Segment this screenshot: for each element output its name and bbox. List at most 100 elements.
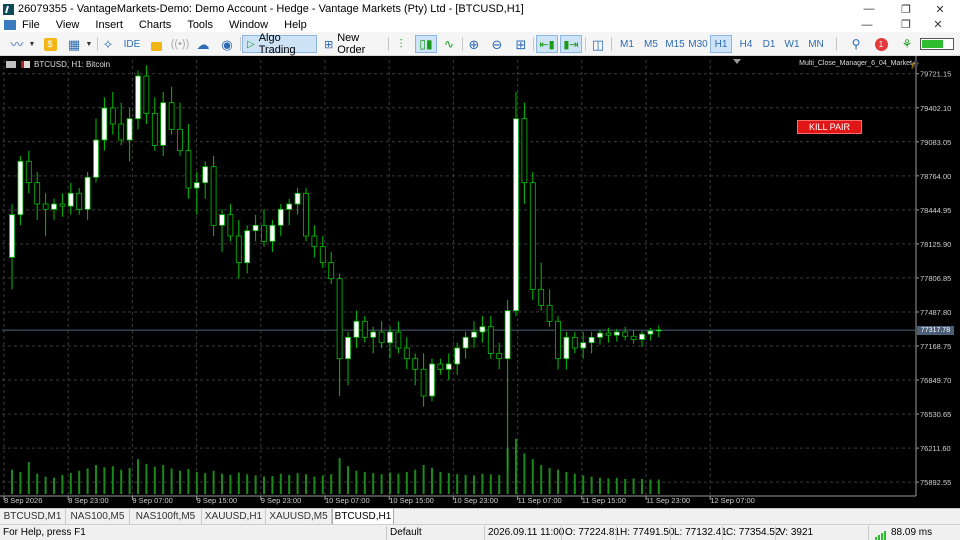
candle-bullish: [647, 330, 654, 335]
candle-bullish: [479, 326, 486, 333]
time-tick-label: 10 Sep 15:00: [389, 496, 434, 505]
cloud-icon[interactable]: ☁: [193, 35, 213, 53]
time-tick-label: 12 Sep 07:00: [710, 496, 755, 505]
bar-chart-icon[interactable]: ⫶: [391, 35, 411, 53]
timeframe-h4[interactable]: H4: [734, 35, 758, 53]
timeframe-m1[interactable]: M1: [615, 35, 639, 53]
search-icon[interactable]: ⚲: [848, 35, 864, 53]
candle-bearish: [210, 166, 217, 226]
menu-file[interactable]: File: [22, 19, 40, 31]
tile-windows-icon[interactable]: ⊞: [512, 35, 530, 53]
menu-charts[interactable]: Charts: [139, 19, 171, 31]
status-low: L: 77132.41: [674, 527, 727, 538]
chart-restore-button[interactable]: ❐: [891, 18, 921, 32]
menu-insert[interactable]: Insert: [95, 19, 123, 31]
templates-chevron-icon[interactable]: ▼: [84, 35, 94, 53]
price-tick-label: 75892.55: [920, 478, 951, 487]
auto-scroll-icon[interactable]: ⇤▮: [536, 35, 558, 53]
zoom-in-icon[interactable]: ⊕: [465, 35, 483, 53]
timeframe-w1[interactable]: W1: [780, 35, 804, 53]
tab-nas100ft-m5[interactable]: NAS100ft,M5: [130, 509, 202, 524]
time-tick-label: 9 Sep 07:00: [132, 496, 172, 505]
tab-nas100-m5[interactable]: NAS100,M5: [66, 509, 130, 524]
tab-xauusd-m5[interactable]: XAUUSD,M5: [266, 509, 332, 524]
title-bar: 26079355 - VantageMarkets-Demo: Demo Acc…: [0, 0, 960, 18]
candle-bullish: [504, 310, 511, 360]
algo-trading-button[interactable]: ▷ Algo Trading: [242, 32, 317, 56]
candle-bullish: [387, 331, 393, 344]
status-close: C: 77354.52: [726, 527, 781, 538]
candle-bearish: [571, 336, 578, 349]
chart-minimize-button[interactable]: —: [852, 18, 882, 32]
maximize-window-button[interactable]: ❐: [889, 0, 923, 18]
candle-bearish: [151, 112, 158, 146]
price-tick-label: 76211.60: [920, 444, 951, 453]
time-tick-label: 8 Sep 2026: [4, 496, 42, 505]
candle-bearish: [496, 352, 503, 360]
timeframe-h1[interactable]: H1: [710, 35, 732, 53]
zoom-out-icon[interactable]: ⊖: [488, 35, 506, 53]
candle-bullish: [580, 342, 587, 349]
status-bar: For Help, press F1 Default 2026.09.11 11…: [0, 524, 960, 540]
candle-bullish: [639, 333, 645, 340]
timeframe-mn[interactable]: MN: [804, 35, 828, 53]
new-order-button[interactable]: ⊞ New Order: [319, 32, 385, 56]
lock-icon[interactable]: [148, 35, 164, 53]
candle-bullish: [252, 224, 259, 232]
timeframe-m5[interactable]: M5: [639, 35, 663, 53]
candle-bearish: [437, 363, 444, 370]
candle-bearish: [546, 304, 553, 322]
candle-bearish: [143, 75, 150, 114]
candle-bullish: [17, 160, 24, 216]
chart-templates-icon[interactable]: ▦: [64, 35, 84, 53]
window-title: 26079355 - VantageMarkets-Demo: Demo Acc…: [18, 3, 524, 15]
line-chart-icon[interactable]: ∿: [439, 35, 459, 53]
chart-window-icon[interactable]: [4, 20, 16, 30]
minimize-window-button[interactable]: —: [852, 0, 886, 18]
timeframe-m15[interactable]: M15: [663, 35, 687, 53]
candle-bearish: [303, 192, 309, 237]
symbol-flag-icon: [21, 61, 30, 68]
tab-xauusd-h1[interactable]: XAUUSD,H1: [202, 509, 266, 524]
candle-bearish: [630, 335, 637, 340]
menu-help[interactable]: Help: [284, 19, 307, 31]
price-tick-label: 77487.80: [920, 308, 951, 317]
ide-button[interactable]: IDE: [121, 35, 143, 53]
timeframe-d1[interactable]: D1: [757, 35, 781, 53]
status-profile[interactable]: Default: [390, 527, 422, 538]
candle-bullish: [160, 102, 167, 146]
notifications-icon[interactable]: 1: [871, 35, 891, 53]
tab-btcusd-h1[interactable]: BTCUSD,H1: [332, 509, 394, 525]
screenshot-icon[interactable]: ◫: [588, 35, 608, 53]
chart-area[interactable]: 79721.15 79402.10 79083.05 78764.00 78444.95…: [0, 56, 960, 508]
candle-bearish: [420, 368, 427, 397]
tab-btcusd-m1[interactable]: BTCUSD,M1: [0, 509, 66, 524]
close-window-button[interactable]: ✕: [923, 0, 957, 18]
menu-tools[interactable]: Tools: [187, 19, 213, 31]
chart-shift-icon[interactable]: ▮⇥: [560, 35, 582, 53]
signal-broadcast-icon[interactable]: ((•)): [170, 35, 190, 53]
candle-bullish: [588, 336, 595, 344]
chevron-down-icon[interactable]: ▼: [27, 35, 37, 53]
candle-bullish: [101, 107, 108, 141]
timeframe-m30[interactable]: M30: [686, 35, 710, 53]
mql5-community-icon[interactable]: ⚘: [898, 35, 916, 53]
candle-bullish: [202, 166, 209, 184]
kill-pair-button[interactable]: KILL PAIR: [797, 120, 862, 134]
candle-bearish: [529, 182, 536, 290]
strategy-tester-icon[interactable]: ✧: [99, 35, 117, 53]
candle-bearish: [555, 320, 561, 360]
new-chart-icon[interactable]: 〰: [6, 35, 28, 53]
status-datetime: 2026.09.11 11:00: [488, 527, 565, 538]
menu-view[interactable]: View: [56, 19, 80, 31]
candle-bullish: [286, 203, 293, 210]
vps-icon[interactable]: ◉: [217, 35, 237, 53]
expert-advisor-label: Multi_Close_Manager_6_04_Market: [799, 60, 912, 67]
menu-window[interactable]: Window: [229, 19, 268, 31]
candlestick-chart-icon[interactable]: ▯▮: [415, 35, 437, 53]
connection-battery-indicator: [920, 38, 954, 50]
candle-bearish: [109, 107, 116, 125]
chart-close-button[interactable]: ✕: [923, 18, 953, 32]
market-icon[interactable]: $: [41, 35, 59, 53]
candle-bearish: [311, 235, 318, 248]
